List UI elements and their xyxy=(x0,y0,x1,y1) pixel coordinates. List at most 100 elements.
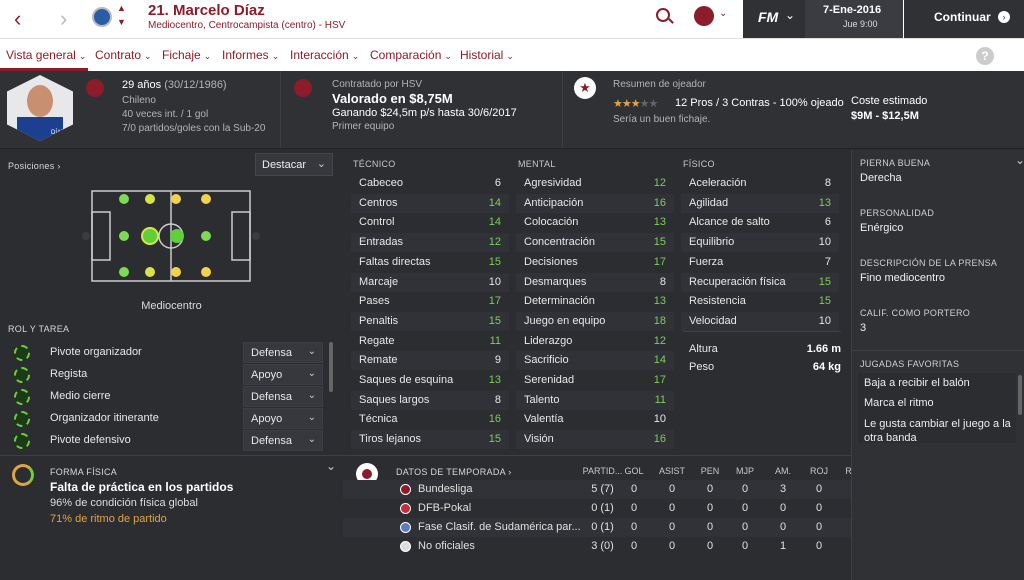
attribute-name: Talento xyxy=(524,393,560,406)
back-icon[interactable]: ‹ xyxy=(14,6,21,32)
player-switch-up-icon[interactable]: ▲ xyxy=(117,3,126,13)
tab-overview[interactable]: Vista general ⌄ xyxy=(6,48,86,62)
table-row[interactable]: Bundesliga5 (7)000030250%78%296,76 xyxy=(343,480,1017,499)
current-date: 7-Ene-2016 xyxy=(823,4,882,16)
roles-scrollbar[interactable] xyxy=(329,342,333,392)
nav-bar: Vista general ⌄ Contrato ⌄ Fichaje ⌄ Inform… xyxy=(0,38,1024,71)
attribute-name: Anticipación xyxy=(524,196,584,209)
attribute-row: Determinación 13 xyxy=(516,292,674,311)
attribute-name: Fuerza xyxy=(689,255,724,268)
duty-dropdown[interactable]: Apoyo ⌄ xyxy=(243,364,323,385)
attribute-row: Desmarques 8 xyxy=(516,272,674,292)
attribute-row: Técnica 16 xyxy=(351,410,509,429)
tab-history[interactable]: Historial ⌄ xyxy=(460,48,514,62)
chevron-down-icon: ⌄ xyxy=(307,368,316,379)
stats-column-header[interactable]: PARTID... xyxy=(580,466,625,476)
table-row[interactable]: Fase Clasif. de Sudamérica par... 0 (1) 0 0… xyxy=(343,518,1017,537)
attribute-row: Visión 16 xyxy=(516,430,674,450)
role-name: Medio cierre xyxy=(50,390,111,402)
table-row[interactable]: No oficiales3 (0)00001000%79%76,57 xyxy=(343,537,1017,556)
player-value: Valorado en $8,75M xyxy=(332,91,453,106)
attribute-name: Marcaje xyxy=(359,275,399,288)
role-name: Pivote organizador xyxy=(50,346,142,358)
attribute-row: Anticipación 16 xyxy=(516,193,674,213)
stat-cell: 0 xyxy=(815,502,823,514)
stats-column-header[interactable]: GOL xyxy=(620,466,648,476)
attribute-name: Técnica xyxy=(359,413,398,426)
duty-dropdown[interactable]: Defensa ⌄ xyxy=(243,386,323,407)
pitch-diagram xyxy=(82,190,260,282)
role-row[interactable]: Regista Apoyo ⌄ xyxy=(10,364,326,386)
fitness-status: Falta de práctica en los partidos xyxy=(50,480,234,494)
attribute-row: Recuperación física 15 xyxy=(681,272,839,292)
attribute-value: 12 xyxy=(488,236,501,249)
chevron-down-icon: ⌄ xyxy=(307,346,316,357)
attribute-name: Liderazgo xyxy=(524,334,573,347)
stat-cell: 5 (7) xyxy=(591,483,614,495)
positions-link[interactable]: Posiciones › xyxy=(8,161,61,171)
tab-transfer[interactable]: Fichaje ⌄ xyxy=(162,48,211,62)
attribute-value: 12 xyxy=(653,177,666,189)
competition-badge-icon xyxy=(400,503,411,514)
attribute-row: Valentía 10 xyxy=(516,410,674,429)
chevron-down-icon[interactable]: ⌄ xyxy=(719,8,727,19)
stats-column-header[interactable]: ROJ xyxy=(806,466,832,476)
attribute-row: Regate 11 xyxy=(351,332,509,351)
attribute-row: Saques de esquina 13 xyxy=(351,371,509,390)
duty-dropdown[interactable]: Defensa ⌄ xyxy=(243,342,323,363)
attribute-value: 13 xyxy=(488,374,501,386)
role-row[interactable]: Pivote organizador Defensa ⌄ xyxy=(10,342,326,364)
player-nationality: Chileno xyxy=(122,95,156,106)
attribute-value: 10 xyxy=(488,275,501,288)
player-switch-down-icon[interactable]: ▼ xyxy=(117,17,126,27)
stats-column-header[interactable]: PEN xyxy=(697,466,723,476)
role-row[interactable]: Medio cierre Defensa ⌄ xyxy=(10,386,326,408)
duty-dropdown[interactable]: Apoyo ⌄ xyxy=(243,408,323,429)
tab-comparison[interactable]: Comparación ⌄ xyxy=(370,48,452,62)
continue-button[interactable]: Continuar › xyxy=(904,0,1024,38)
attribute-name: Penaltis xyxy=(359,314,399,327)
forward-icon[interactable]: › xyxy=(60,6,67,32)
photo-name: DÍAZ xyxy=(51,130,65,136)
stat-cell: 0 xyxy=(706,502,714,514)
fitness-condition: 96% de condición física global xyxy=(50,497,198,509)
season-stats-link[interactable]: DATOS DE TEMPORADA › xyxy=(396,467,512,477)
current-time: Jue 9:00 xyxy=(843,19,878,29)
season-stats-panel: DATOS DE TEMPORADA › PARTID... GOL ASIST PE… xyxy=(343,455,1020,580)
role-row[interactable]: Organizador itinerante Apoyo ⌄ xyxy=(10,408,326,430)
globe-icon[interactable] xyxy=(694,6,714,26)
duty-dropdown[interactable]: Defensa ⌄ xyxy=(243,430,323,451)
fm-menu[interactable]: FM ⌄ xyxy=(743,0,805,38)
moves-scrollbar[interactable] xyxy=(1018,375,1022,415)
gk-rating-title: CALIF. COMO PORTERO xyxy=(860,308,971,318)
height-value: 1.66 m xyxy=(806,343,841,355)
attribute-value: 6 xyxy=(824,216,831,229)
tab-interaction[interactable]: Interacción ⌄ xyxy=(290,48,359,62)
stats-column-header[interactable]: ASIST xyxy=(656,466,688,476)
role-row[interactable]: Pivote defensivo Defensa ⌄ xyxy=(10,430,326,452)
attribute-row: Concentración 15 xyxy=(516,233,674,253)
chevron-down-icon[interactable]: ⌄ xyxy=(326,459,336,473)
attribute-row: Resistencia 15 xyxy=(681,292,839,311)
attribute-row: Juego en equipo 18 xyxy=(516,311,674,331)
chevron-down-icon[interactable]: ⌄ xyxy=(1015,153,1024,167)
help-icon[interactable]: ? xyxy=(976,47,994,65)
stats-column-header[interactable]: MJP xyxy=(732,466,758,476)
player-squad: Primer equipo xyxy=(332,121,395,132)
stat-cell: 0 xyxy=(741,521,749,533)
tab-contract[interactable]: Contrato ⌄ xyxy=(95,48,152,62)
table-row[interactable]: DFB-Pokal0 (1)0000000-100%16,80 xyxy=(343,499,1017,518)
tab-reports[interactable]: Informes ⌄ xyxy=(222,48,279,62)
chevron-down-icon: ⌄ xyxy=(785,8,796,22)
attribute-row: Control 14 xyxy=(351,213,509,232)
attribute-value: 15 xyxy=(488,255,501,268)
stats-column-header[interactable]: AM. xyxy=(769,466,797,476)
date-panel[interactable]: 7-Ene-2016 Jue 9:00 xyxy=(805,0,903,38)
highlight-dropdown[interactable]: Destacar ⌄ xyxy=(255,153,333,176)
attribute-value: 15 xyxy=(488,314,501,327)
attribute-name: Sacrificio xyxy=(524,354,569,367)
role-name: Regista xyxy=(50,368,88,380)
star-icon: ★ xyxy=(574,77,596,99)
cost-title: Coste estimado xyxy=(851,95,928,107)
attribute-value: 14 xyxy=(653,354,666,367)
